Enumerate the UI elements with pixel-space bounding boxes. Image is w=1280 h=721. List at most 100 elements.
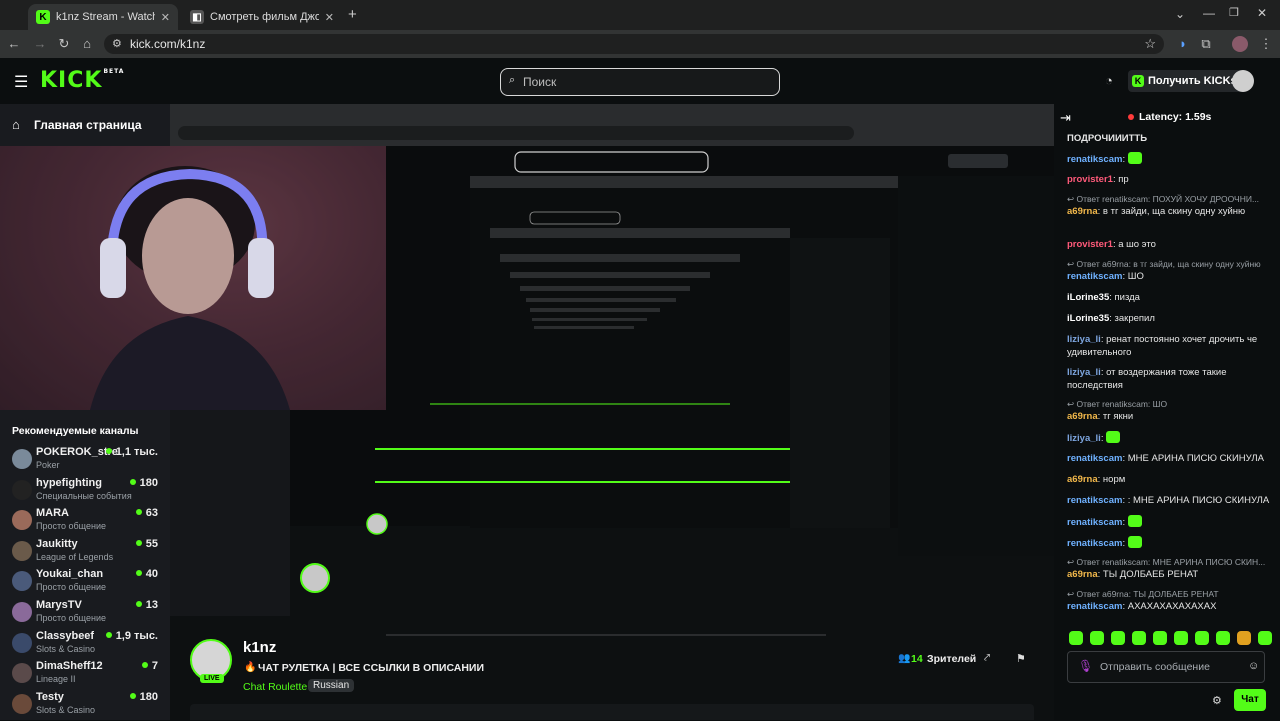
chat-username[interactable]: a69rna xyxy=(1067,206,1098,217)
share-icon[interactable]: ⤤ xyxy=(984,652,990,665)
chat-message: renatikscam: ШО xyxy=(1067,271,1144,282)
tab-k1nz-stream[interactable]: K k1nz Stream - Watch Live on Kick ✕ xyxy=(28,4,178,30)
kick-logo[interactable]: KICKBETA xyxy=(40,68,124,93)
language-tag[interactable]: Russian xyxy=(308,679,355,692)
chat-username[interactable]: renatikscam xyxy=(1067,517,1122,528)
microphone-icon[interactable]: 🎙 xyxy=(1078,659,1093,673)
channel-name: Testy xyxy=(36,690,64,703)
sidebar-channel[interactable]: Jaukitty League of Legends 55 xyxy=(12,538,164,568)
collapse-chat-icon[interactable]: ⇥ xyxy=(1060,110,1071,126)
sidebar-channel[interactable]: Testy Slots & Casino 180 xyxy=(12,691,164,721)
live-badge: LIVE xyxy=(200,674,224,683)
sidebar-channel[interactable]: MarysTV Просто общение 13 xyxy=(12,599,164,629)
chat-username[interactable]: liziya_li xyxy=(1067,334,1101,345)
chat-username[interactable]: provister1 xyxy=(1067,174,1113,185)
chat-username[interactable]: renatikscam xyxy=(1067,271,1122,282)
reply-text: Ответ a69rna: в тг зайди, ща скину одну … xyxy=(1076,259,1261,269)
channel-name: MARA xyxy=(36,507,69,520)
webcam-overlay xyxy=(0,146,386,410)
close-window-icon[interactable]: ✕ xyxy=(1257,6,1267,20)
channel-category: Специальные события xyxy=(36,490,132,501)
logo-text: KICK xyxy=(40,68,103,93)
browser-menu-icon[interactable]: ⋮ xyxy=(1258,36,1274,52)
address-bar[interactable]: ⚙ kick.com/k1nz ☆ xyxy=(104,34,1164,54)
channel-avatar xyxy=(12,602,32,622)
tab-search-icon[interactable]: ⌄ xyxy=(1175,7,1185,21)
channel-category: Poker xyxy=(36,460,60,470)
channel-avatar xyxy=(12,479,32,500)
minimize-icon[interactable]: — xyxy=(1203,6,1215,20)
chat-text: ШО xyxy=(1127,271,1144,282)
user-avatar[interactable] xyxy=(1232,70,1254,92)
chat-username[interactable]: renatikscam xyxy=(1067,538,1122,549)
chat-username[interactable]: renatikscam xyxy=(1067,453,1122,464)
channel-avatar xyxy=(12,510,32,531)
chat-username[interactable]: a69rna xyxy=(1067,569,1098,580)
chat-username[interactable]: a69rna xyxy=(1067,474,1098,485)
home-nav-link[interactable]: Главная страница xyxy=(34,118,142,132)
chat-username[interactable]: renatikscam xyxy=(1067,154,1122,165)
home-icon[interactable]: ⌂ xyxy=(79,36,95,52)
chat-message: liziya_li: от воздержания тоже такие пос… xyxy=(1067,367,1227,391)
close-tab-icon[interactable]: ✕ xyxy=(319,11,334,24)
chat-message: a69rna: в тг зайди, ща скину одну хуйню xyxy=(1067,206,1246,217)
channel-viewers: 1,9 тыс. xyxy=(106,630,158,642)
emoji-icon[interactable]: ☺ xyxy=(1248,660,1259,672)
channel-category: Просто общение xyxy=(36,521,106,532)
sidebar-channel[interactable]: POKEROK_stre... Poker 1,1 тыс. xyxy=(12,446,164,476)
profile-avatar[interactable] xyxy=(1232,36,1248,52)
channel-name: MarysTV xyxy=(36,599,82,611)
chat-username[interactable]: liziya_li xyxy=(1067,367,1101,378)
forward-icon[interactable]: → xyxy=(32,36,48,52)
channel-name[interactable]: k1nz xyxy=(243,639,276,656)
follow-icon[interactable]: ⚑ xyxy=(1016,652,1026,665)
rewards-icon[interactable]: ◔ xyxy=(1105,73,1113,88)
category-link[interactable]: Chat Roulette xyxy=(243,681,307,693)
tab-joker-movie[interactable]: ◧ Смотреть фильм Джокер онлайн ✕ xyxy=(182,4,342,30)
emote-icon xyxy=(1106,431,1121,443)
chat-username[interactable]: iLorine35 xyxy=(1067,292,1109,303)
reload-icon[interactable]: ↻ xyxy=(56,36,72,52)
hamburger-menu-icon[interactable]: ☰ xyxy=(14,72,28,92)
sidebar-channel[interactable]: Classybeef Slots & Casino 1,9 тыс. xyxy=(12,630,164,660)
chat-message: a69rna: тг якни xyxy=(1067,411,1134,422)
chat-message: iLorine35: закрепил xyxy=(1067,313,1155,324)
sidebar-channel[interactable]: DimaSheff12 Lineage II 7 xyxy=(12,660,164,690)
channel-avatar xyxy=(12,540,32,561)
sidebar-channel[interactable]: Youkai_chan Просто общение 40 xyxy=(12,568,164,598)
sidebar-channel[interactable]: hypefighting Специальные события 180 xyxy=(12,477,164,507)
page-favicon-icon: ◧ xyxy=(190,10,204,24)
get-kicks-button[interactable]: K Получить KICKs xyxy=(1128,70,1244,92)
chat-message: iLorine35: пизда xyxy=(1067,292,1140,303)
chat-message: ПОДРОЧИИИТТЬ xyxy=(1067,133,1148,144)
emote-icon xyxy=(1127,515,1142,527)
chat-username[interactable]: liziya_li xyxy=(1067,433,1101,444)
close-tab-icon[interactable]: ✕ xyxy=(155,11,170,24)
chat-username[interactable]: iLorine35 xyxy=(1067,313,1109,324)
chat-settings-icon[interactable]: ⚙ xyxy=(1212,694,1222,707)
search-input[interactable]: ⌕ Поиск xyxy=(500,68,780,96)
sidebar-channel[interactable]: MARA Просто общение 63 xyxy=(12,507,164,537)
back-icon[interactable]: ← xyxy=(6,36,22,52)
chat-input-placeholder: Отправить сообщение xyxy=(1100,661,1210,673)
chat-input[interactable]: 🎙 Отправить сообщение ☺ xyxy=(1067,651,1265,683)
channel-name: Youkai_chan xyxy=(36,568,104,581)
extension-icon[interactable]: ◗ xyxy=(1175,36,1191,52)
extensions-puzzle-icon[interactable]: ⧉ xyxy=(1198,36,1214,52)
chat-username[interactable]: provister1 xyxy=(1067,239,1113,250)
channel-category: Slots & Casino xyxy=(36,704,96,715)
new-tab-icon[interactable]: + xyxy=(348,6,357,23)
chat-message: a69rna: ТЫ ДОЛБАЕБ РЕНАТ xyxy=(1067,569,1199,580)
maximize-icon[interactable]: ❐ xyxy=(1229,6,1239,19)
emote-bar[interactable] xyxy=(1069,631,1279,647)
channel-name: hypefighting xyxy=(36,476,102,489)
chat-username[interactable]: renatikscam xyxy=(1067,495,1122,506)
home-nav-icon[interactable]: ⌂ xyxy=(12,117,20,132)
chat-reply-context: ↩ Ответ a69rna: ТЫ ДОЛБАЕБ РЕНАТ xyxy=(1067,589,1219,599)
chat-username[interactable]: renatikscam xyxy=(1067,601,1122,612)
bookmark-star-icon[interactable]: ☆ xyxy=(1144,36,1156,52)
chat-reply-context: ↩ Ответ a69rna: в тг зайди, ща скину одн… xyxy=(1067,259,1261,269)
chat-username[interactable]: a69rna xyxy=(1067,411,1098,422)
site-info-icon[interactable]: ⚙ xyxy=(112,37,122,50)
chat-send-button[interactable]: Чат xyxy=(1234,689,1266,711)
